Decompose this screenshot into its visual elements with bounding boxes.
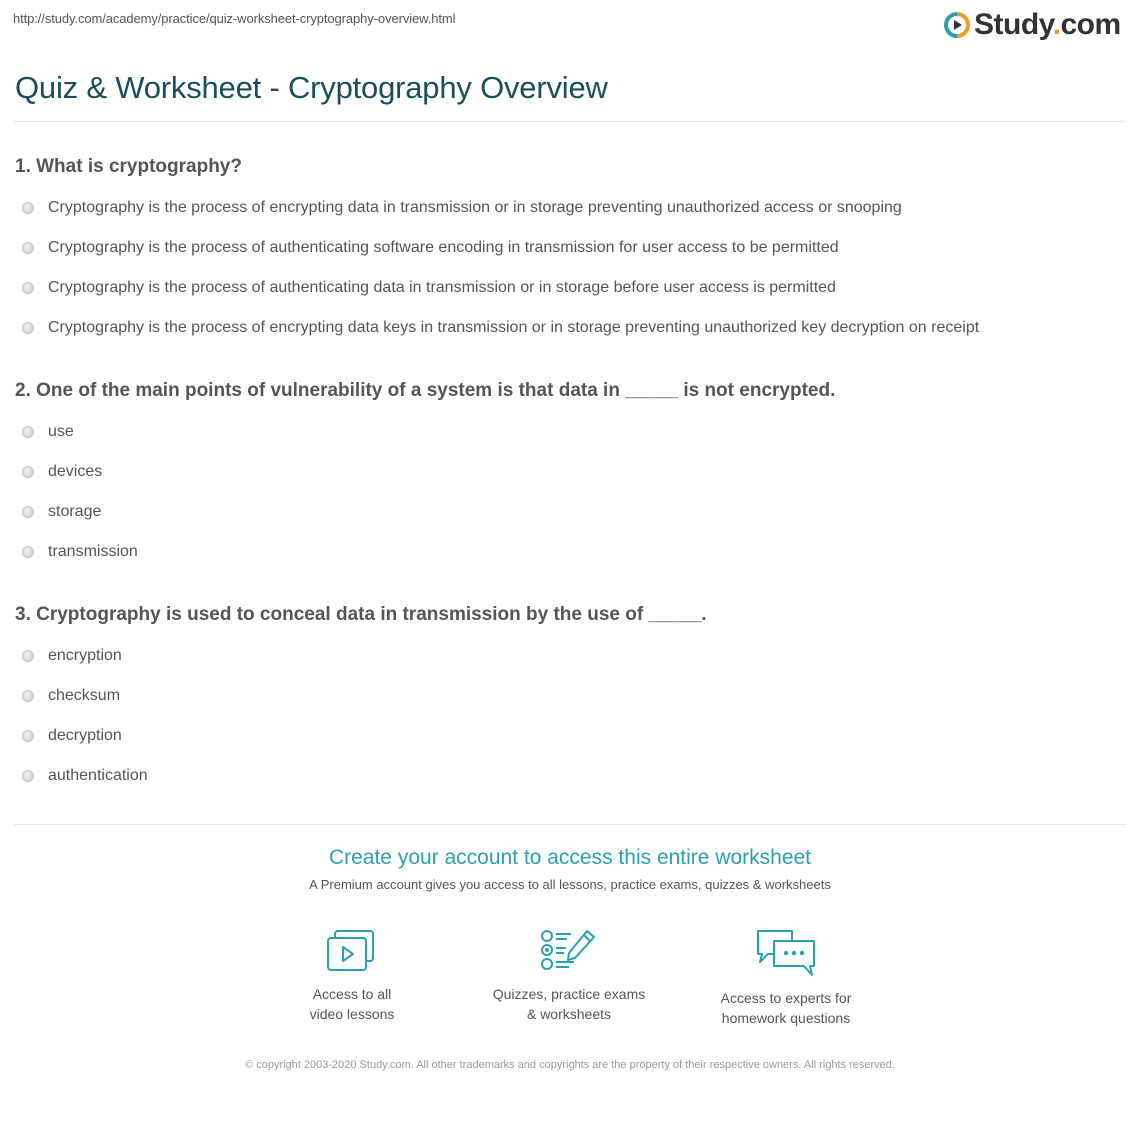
feature-label-line1: Access to all	[312, 986, 392, 1002]
section-divider	[14, 824, 1126, 825]
radio-button[interactable]	[22, 466, 34, 478]
question-3: 3. Cryptography is used to conceal data …	[15, 604, 707, 625]
copyright-notice: © copyright 2003-2020 Study.com. All oth…	[245, 1059, 895, 1071]
feature-experts: Access to experts for homework questions	[676, 928, 896, 1028]
radio-button[interactable]	[22, 546, 34, 558]
feature-quizzes: Quizzes, practice exams & worksheets	[459, 928, 679, 1024]
radio-button[interactable]	[22, 426, 34, 438]
q1-option-4[interactable]: Cryptography is the process of encryptin…	[22, 319, 979, 337]
feature-label-line1: Access to experts for	[720, 990, 852, 1006]
q3-option-3[interactable]: decryption	[22, 727, 122, 745]
quiz-checklist-icon	[541, 930, 595, 970]
radio-button[interactable]	[22, 282, 34, 294]
radio-button[interactable]	[22, 202, 34, 214]
q3-option-2[interactable]: checksum	[22, 687, 120, 705]
cta-title[interactable]: Create your account to access this entir…	[0, 846, 1140, 870]
q3-option-1[interactable]: encryption	[22, 647, 122, 665]
radio-button[interactable]	[22, 770, 34, 782]
video-lessons-icon	[327, 930, 374, 971]
question-2: 2. One of the main points of vulnerabili…	[15, 380, 836, 401]
radio-button[interactable]	[22, 730, 34, 742]
q2-option-1[interactable]: use	[22, 423, 74, 441]
radio-button[interactable]	[22, 650, 34, 662]
q1-option-1[interactable]: Cryptography is the process of encryptin…	[22, 199, 902, 217]
question-1: 1. What is cryptography?	[15, 156, 242, 177]
radio-button[interactable]	[22, 242, 34, 254]
play-circle-icon	[944, 12, 970, 38]
page-url: http://study.com/academy/practice/quiz-w…	[13, 11, 456, 26]
feature-label-line2: homework questions	[721, 1010, 851, 1026]
logo-text: Study.com	[974, 8, 1121, 41]
chat-bubbles-icon	[757, 930, 815, 976]
feature-label-line2: & worksheets	[526, 1006, 612, 1022]
q1-option-3[interactable]: Cryptography is the process of authentic…	[22, 279, 836, 297]
q2-option-3[interactable]: storage	[22, 503, 101, 521]
feature-label-line2: video lessons	[309, 1006, 395, 1022]
title-divider	[14, 121, 1126, 122]
q2-option-2[interactable]: devices	[22, 463, 102, 481]
radio-button[interactable]	[22, 506, 34, 518]
cta-subtitle: A Premium account gives you access to al…	[309, 877, 831, 892]
study-logo[interactable]: Study.com	[944, 7, 1121, 43]
page-title: Quiz & Worksheet - Cryptography Overview	[15, 70, 608, 105]
feature-label-line1: Quizzes, practice exams	[492, 986, 646, 1002]
feature-video-lessons: Access to all video lessons	[242, 928, 462, 1024]
q1-option-2[interactable]: Cryptography is the process of authentic…	[22, 239, 839, 257]
q2-option-4[interactable]: transmission	[22, 543, 138, 561]
radio-button[interactable]	[22, 322, 34, 334]
radio-button[interactable]	[22, 690, 34, 702]
q3-option-4[interactable]: authentication	[22, 767, 148, 785]
